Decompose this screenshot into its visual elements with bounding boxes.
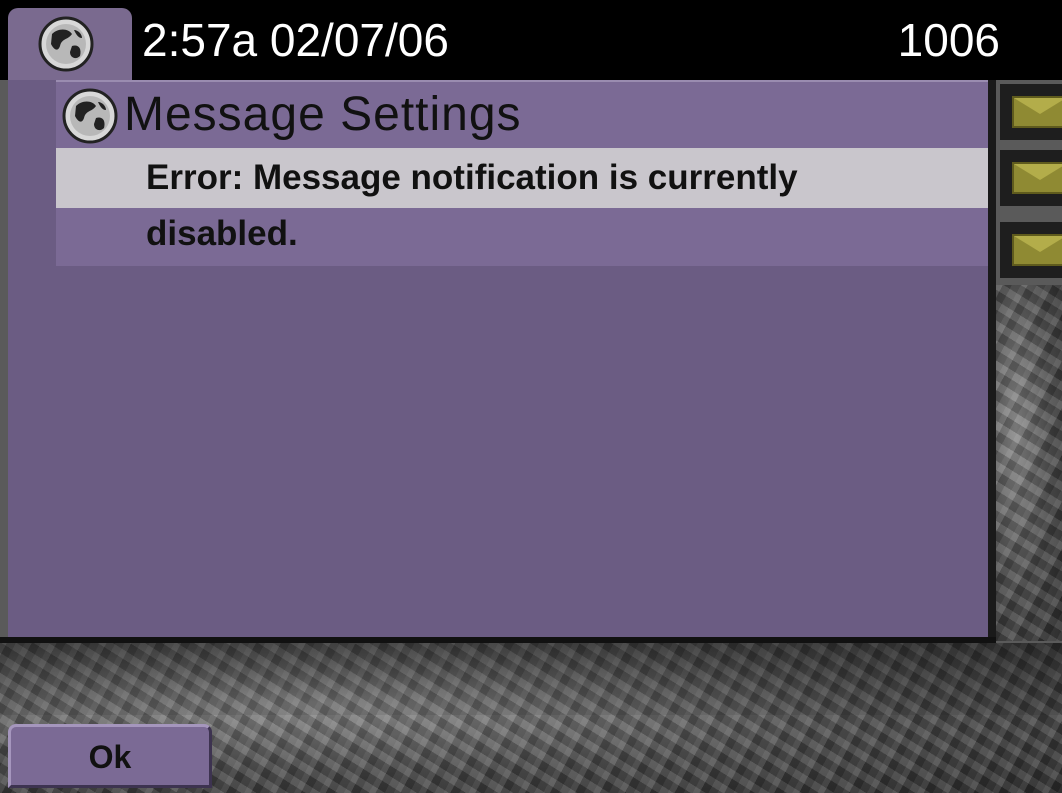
envelope-icon [1012,162,1062,194]
line-key-1[interactable] [1000,84,1062,140]
envelope-icon [1012,234,1062,266]
phone-screen: 2:57a 02/07/06 1006 Message Settings Err… [0,0,1062,793]
message-row: Error: Message notification is currently [56,148,996,208]
main-panel: Message Settings Error: Message notifica… [8,80,996,638]
wallpaper-right [996,285,1062,641]
error-message-line-1: Error: Message notification is currently [146,158,798,197]
page-title: Message Settings [124,88,522,141]
panel-divider [0,637,996,643]
globe-icon [38,16,94,72]
ok-softkey-label: Ok [88,739,132,775]
title-bar: Message Settings [56,80,996,148]
clock-date: 2:57a 02/07/06 [142,14,449,66]
ok-softkey-button[interactable]: Ok [8,724,212,788]
extension-number: 1006 [897,14,1000,66]
envelope-icon [1012,96,1062,128]
line-key-2[interactable] [1000,150,1062,206]
panel-divider [988,80,996,638]
line-key-3[interactable] [1000,222,1062,278]
globe-icon [62,88,118,144]
error-message-line-2: disabled. [146,214,298,253]
message-row: disabled. [56,208,996,266]
